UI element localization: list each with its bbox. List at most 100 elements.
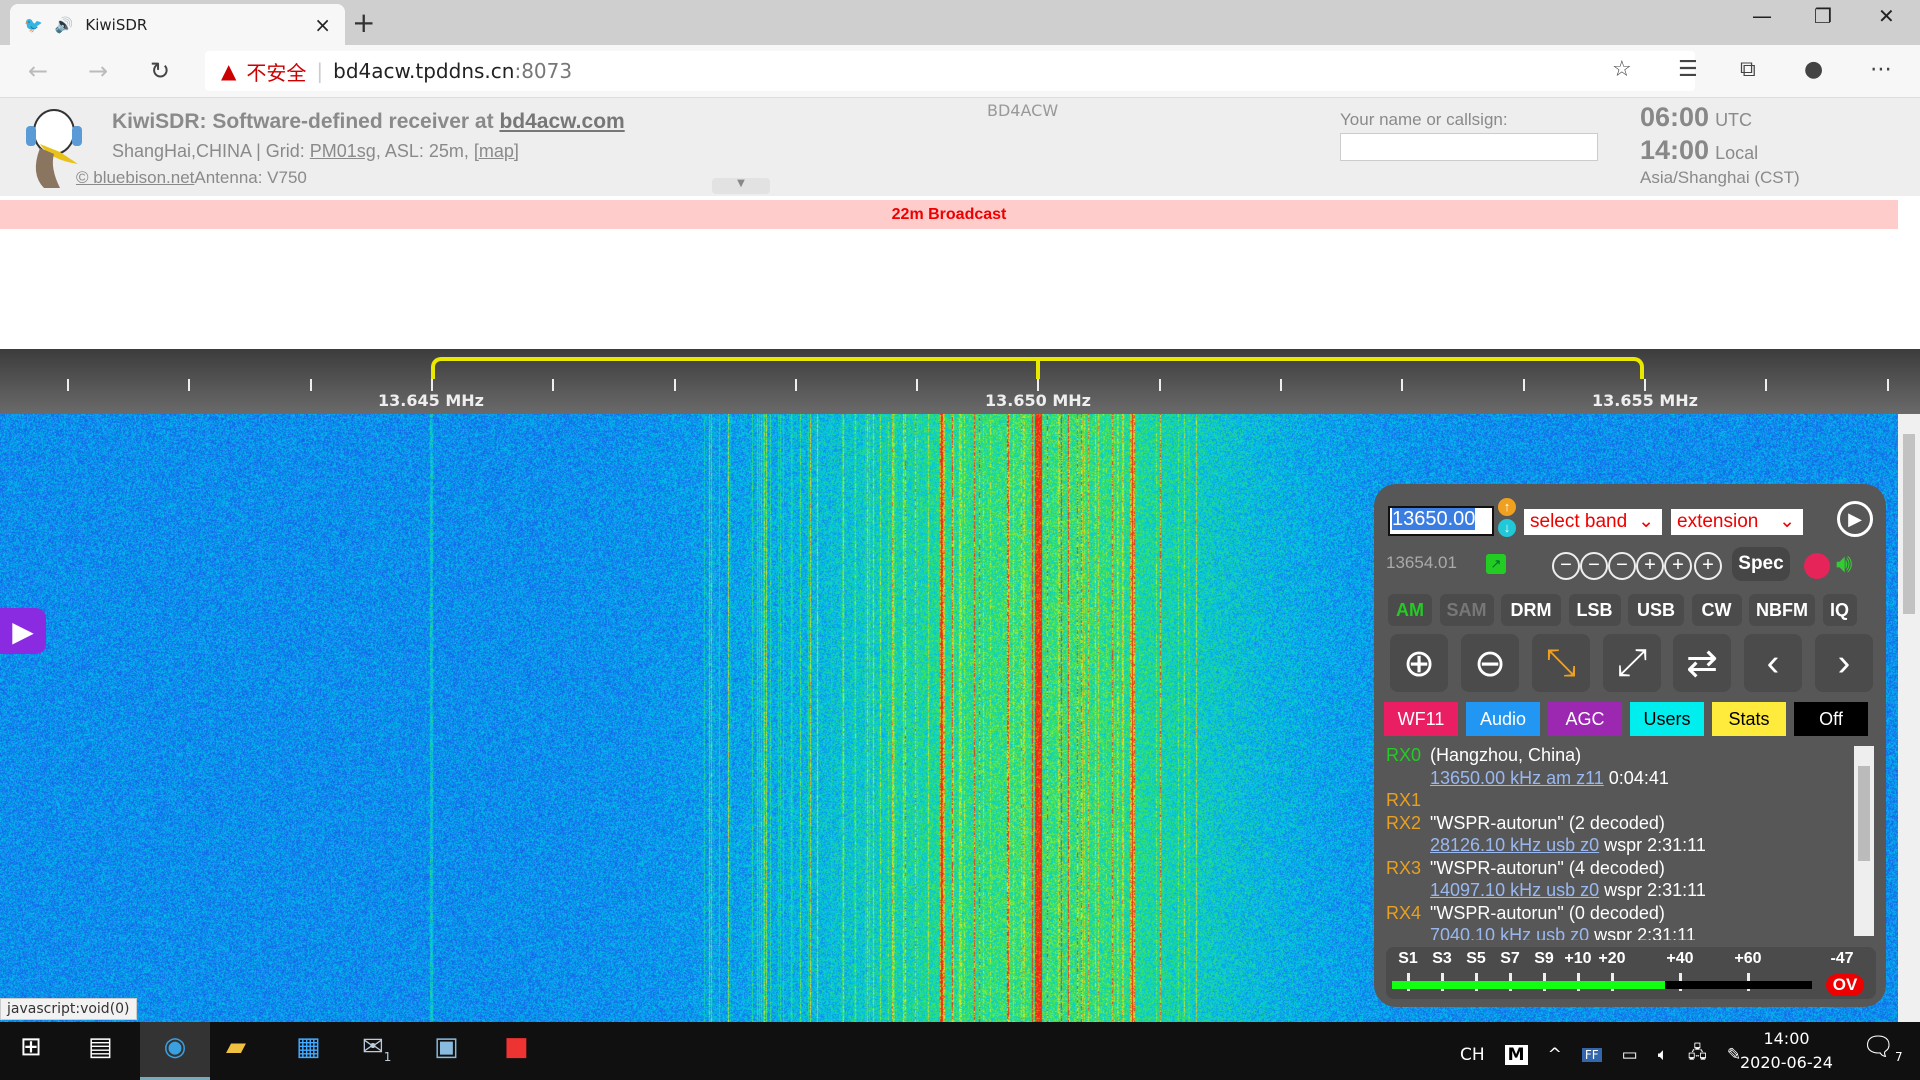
frequency-input[interactable]: 13650.00: [1388, 506, 1494, 536]
step-down-large-icon[interactable]: −: [1552, 552, 1580, 580]
task-view-icon[interactable]: ▤: [88, 1032, 113, 1062]
select-band-dropdown[interactable]: select band ⌄: [1524, 509, 1662, 535]
reload-icon[interactable]: ↻: [150, 57, 170, 85]
record-button[interactable]: [1804, 553, 1830, 579]
map-link[interactable]: [map]: [474, 141, 519, 161]
favorite-star-icon[interactable]: ☆: [1612, 57, 1632, 82]
mode-drm-button[interactable]: DRM: [1501, 594, 1561, 626]
browser-tab[interactable]: 🐦 🔊 KiwiSDR ×: [10, 4, 345, 45]
play-button[interactable]: ▶: [1837, 501, 1873, 537]
spec-button[interactable]: Spec: [1732, 547, 1790, 581]
forward-icon[interactable]: →: [88, 57, 108, 85]
mode-am-button[interactable]: AM: [1388, 594, 1432, 626]
secondary-frequency: 13654.01: [1386, 553, 1457, 573]
taskbar-clock[interactable]: 14:00 2020-06-24: [1740, 1027, 1833, 1075]
freq-up-icon[interactable]: ↑: [1498, 498, 1516, 516]
audio-playing-icon[interactable]: 🔊: [55, 16, 74, 34]
page-right-icon[interactable]: ›: [1815, 634, 1873, 692]
network-icon[interactable]: 🖧: [1688, 1040, 1707, 1069]
favorites-icon[interactable]: ☰: [1678, 57, 1698, 82]
tab-close-icon[interactable]: ×: [314, 13, 331, 37]
external-link-icon[interactable]: ↗: [1486, 554, 1506, 574]
s-meter-label: +20: [1598, 950, 1625, 968]
collections-icon[interactable]: ⧉: [1740, 57, 1756, 82]
tab-title: KiwiSDR: [85, 16, 147, 34]
location-line: ShangHai,CHINA | Grid: PM01sg, ASL: 25m,…: [112, 141, 519, 162]
name-input[interactable]: [1340, 133, 1598, 161]
extension-dropdown[interactable]: extension ⌄: [1671, 509, 1803, 535]
tab-off[interactable]: Off: [1794, 702, 1868, 736]
user-frequency-link[interactable]: 14097.10 kHz usb z0: [1430, 880, 1599, 900]
ime-mode[interactable]: M: [1505, 1045, 1528, 1065]
recorder-icon[interactable]: ■: [504, 1032, 529, 1062]
credit-link[interactable]: © bluebison.net: [76, 168, 194, 187]
step-down-medium-icon[interactable]: −: [1580, 552, 1608, 580]
rx-label: RX4: [1386, 902, 1430, 925]
chevron-up-icon[interactable]: ^: [1548, 1045, 1562, 1065]
band-bar[interactable]: 22m Broadcast: [0, 200, 1898, 229]
site-link[interactable]: bd4acw.com: [499, 110, 624, 133]
status-bar-url: javascript:void(0): [0, 998, 137, 1020]
step-down-small-icon[interactable]: −: [1608, 552, 1636, 580]
restore-icon[interactable]: ❐: [1814, 4, 1832, 28]
battery-icon[interactable]: ▭: [1622, 1045, 1638, 1065]
speaker-icon[interactable]: 🔊︎: [1836, 548, 1852, 580]
step-up-small-icon[interactable]: +: [1636, 552, 1664, 580]
notifications-icon[interactable]: 🗨︎7: [1862, 1032, 1903, 1064]
collapse-header-icon[interactable]: ▼: [712, 178, 770, 194]
volume-icon[interactable]: 🔈︎: [1658, 1045, 1668, 1065]
pen-icon[interactable]: ✎: [1727, 1045, 1741, 1065]
security-warning[interactable]: 不安全: [246, 57, 306, 86]
user-frequency-link[interactable]: 13650.00 kHz am z11: [1430, 768, 1604, 788]
store-icon[interactable]: ▦: [296, 1032, 321, 1062]
app-icon[interactable]: ▣: [434, 1032, 459, 1062]
user-frequency-link[interactable]: 28126.10 kHz usb z0: [1430, 835, 1599, 855]
users-scrollbar[interactable]: [1854, 746, 1874, 936]
close-window-icon[interactable]: ✕: [1878, 4, 1895, 28]
mode-iq-button[interactable]: IQ: [1823, 594, 1857, 626]
tab-users[interactable]: Users: [1630, 702, 1704, 736]
mode-lsb-button[interactable]: LSB: [1569, 594, 1621, 626]
scale-tick: [1159, 379, 1161, 391]
mode-usb-button[interactable]: USB: [1628, 594, 1684, 626]
zoom-band-icon[interactable]: ⤡: [1532, 634, 1590, 692]
overload-badge: OV: [1826, 974, 1864, 996]
file-explorer-icon[interactable]: ▰: [226, 1032, 246, 1062]
tab-agc[interactable]: AGC: [1548, 702, 1622, 736]
mode-nbfm-button[interactable]: NBFM: [1749, 594, 1815, 626]
page-left-icon[interactable]: ‹: [1744, 634, 1802, 692]
step-up-large-icon[interactable]: +: [1694, 552, 1722, 580]
user-name: "WSPR-autorun" (4 decoded): [1430, 858, 1665, 878]
user-frequency-link[interactable]: 7040.10 kHz usb z0: [1430, 925, 1589, 940]
more-icon[interactable]: ⋯: [1870, 57, 1892, 82]
scale-tick: [674, 379, 676, 391]
freq-down-icon[interactable]: ↓: [1498, 519, 1516, 537]
zoom-out-icon[interactable]: ⊖: [1461, 634, 1519, 692]
ime-indicator[interactable]: CH: [1460, 1045, 1485, 1065]
start-icon[interactable]: ⊞: [20, 1032, 42, 1062]
mode-sam-button[interactable]: SAM: [1440, 594, 1494, 626]
edge-browser-icon[interactable]: ◉: [140, 1022, 210, 1080]
step-up-medium-icon[interactable]: +: [1664, 552, 1692, 580]
app-tray-icon[interactable]: FF: [1582, 1048, 1602, 1062]
tuning-marker[interactable]: [1036, 357, 1040, 379]
tab-wf11[interactable]: WF11: [1384, 702, 1458, 736]
back-icon[interactable]: ←: [28, 57, 48, 85]
tab-stats[interactable]: Stats: [1712, 702, 1786, 736]
page-scrollbar[interactable]: [1898, 414, 1920, 1022]
frequency-scale[interactable]: 13.645 MHz 13.650 MHz 13.655 MHz: [0, 349, 1920, 414]
mode-cw-button[interactable]: CW: [1692, 594, 1742, 626]
address-bar[interactable]: ▲ 不安全 | bd4acw.tpddns.cn:8073: [205, 51, 1695, 91]
mail-icon[interactable]: ✉1: [362, 1032, 391, 1064]
user-name: "WSPR-autorun" (2 decoded): [1430, 813, 1665, 833]
swap-arrows-icon[interactable]: ⇄: [1673, 634, 1731, 692]
minimize-icon[interactable]: —: [1752, 4, 1772, 28]
zoom-in-icon[interactable]: ⊕: [1390, 634, 1448, 692]
tab-audio[interactable]: Audio: [1466, 702, 1540, 736]
s-meter-label: +60: [1734, 950, 1761, 968]
side-play-button[interactable]: ▶: [0, 608, 46, 654]
zoom-max-out-icon[interactable]: ⤢: [1603, 634, 1661, 692]
grid-link[interactable]: PM01sg: [310, 141, 376, 161]
new-tab-button[interactable]: +: [352, 6, 375, 39]
profile-avatar[interactable]: ●: [1804, 57, 1823, 82]
